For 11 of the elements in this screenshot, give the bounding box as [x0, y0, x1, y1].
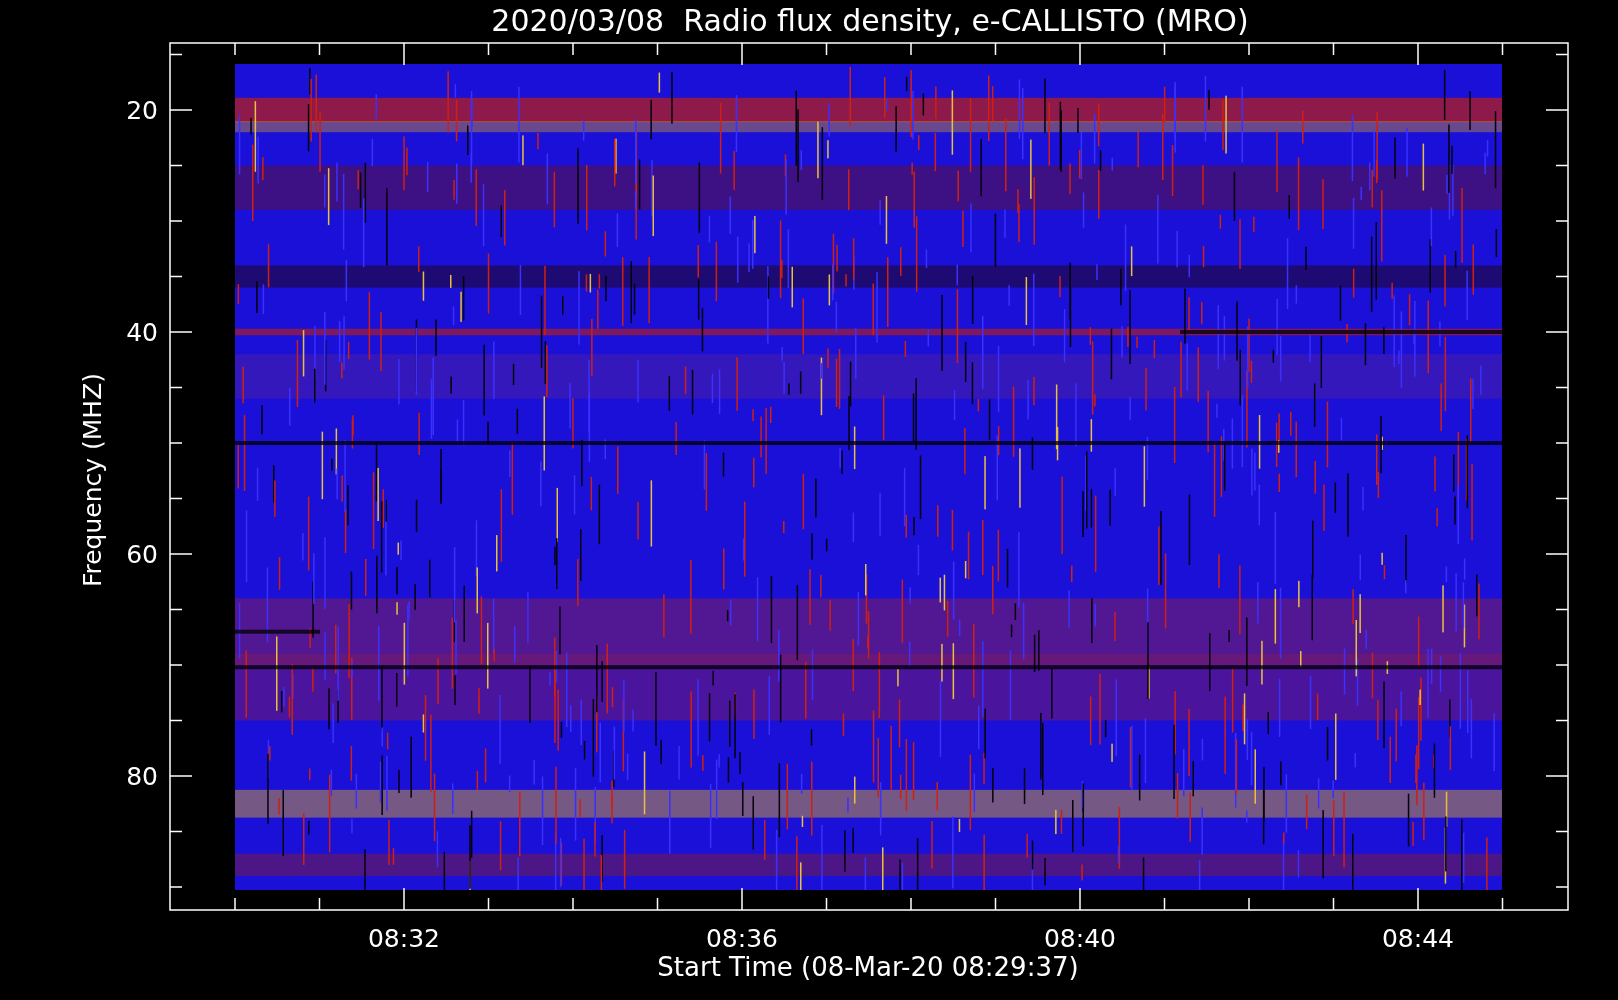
y-tick-label: 60 — [126, 540, 158, 569]
x-tick-label: 08:32 — [368, 924, 440, 953]
x-tick-label: 08:40 — [1044, 924, 1116, 953]
x-tick-label: 08:36 — [706, 924, 778, 953]
y-tick-label: 40 — [126, 318, 158, 347]
chart-title: 2020/03/08 Radio flux density, e-CALLISTO (MRO) — [491, 3, 1249, 38]
y-axis-label: Frequency (MHZ) — [78, 372, 107, 588]
x-tick-label: 08:44 — [1382, 924, 1454, 953]
y-tick-label: 80 — [126, 762, 158, 791]
x-axis-label: Start Time (08-Mar-20 08:29:37) — [657, 952, 1079, 982]
y-tick-label: 20 — [126, 96, 158, 125]
